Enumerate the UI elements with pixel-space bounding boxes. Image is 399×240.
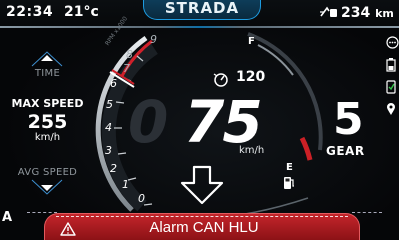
fuel-empty-label: E [286,162,293,173]
menu-dots-icon[interactable] [386,36,399,49]
tacho-label-9: 9 [150,33,157,46]
time-up-button[interactable] [30,46,64,68]
location-pin-icon [387,103,395,115]
avg-speed-down-button[interactable] [30,178,64,200]
max-speed-unit: km/h [34,132,61,143]
bottom-left-letter: A [2,210,13,225]
tacho-label-5: 5 [106,98,113,111]
gear-label: GEAR [326,144,365,158]
speed-ghost-digit: 0 [128,88,169,156]
tacho-label-2: 2 [110,162,117,175]
range-readout: 234 km [341,5,394,21]
temperature: 21°c [64,4,99,20]
bottom-right-dash [352,212,382,213]
battery-icon [386,58,396,72]
gear-value: 5 [333,94,364,145]
tacho-label-1: 1 [122,178,129,191]
fuel-low-zone [299,136,313,161]
clock: 22:34 [6,4,54,20]
current-speed: 75 [184,88,263,156]
fuel-full-label: F [248,36,255,47]
avg-speed-label: AVG SPEED [17,167,78,178]
alarm-message: Alarm CAN HLU [149,219,259,236]
fuel-pump-icon [284,177,294,189]
tacho-label-8: 8 [126,48,133,61]
phone-connected-icon [386,80,396,94]
tacho-label-0: 0 [138,192,145,205]
speed-unit: km/h [239,145,265,156]
cruise-speed: 120 [236,69,266,85]
max-speed-value: 255 [27,111,68,133]
fuel-range-icon [320,6,337,17]
scroll-down-arrow-icon[interactable] [178,165,226,205]
range-unit: km [375,7,394,20]
dashboard-screen: 22:34 21°c STRADA 234 km TIME MAX SPEED … [0,0,399,240]
tacho-label-3: 3 [105,144,112,157]
alarm-banner-dash [56,216,348,217]
ride-mode-label: STRADA [164,0,240,17]
tacho-label-7: 7 [123,62,130,75]
cruise-control-icon [213,73,228,87]
max-speed-label: MAX SPEED [11,97,84,110]
tacho-label-6: 6 [110,77,117,90]
tacho-label-4: 4 [105,121,112,134]
range-value: 234 [341,5,371,21]
ride-mode-tab[interactable]: STRADA [143,0,261,20]
time-label: TIME [34,68,61,79]
